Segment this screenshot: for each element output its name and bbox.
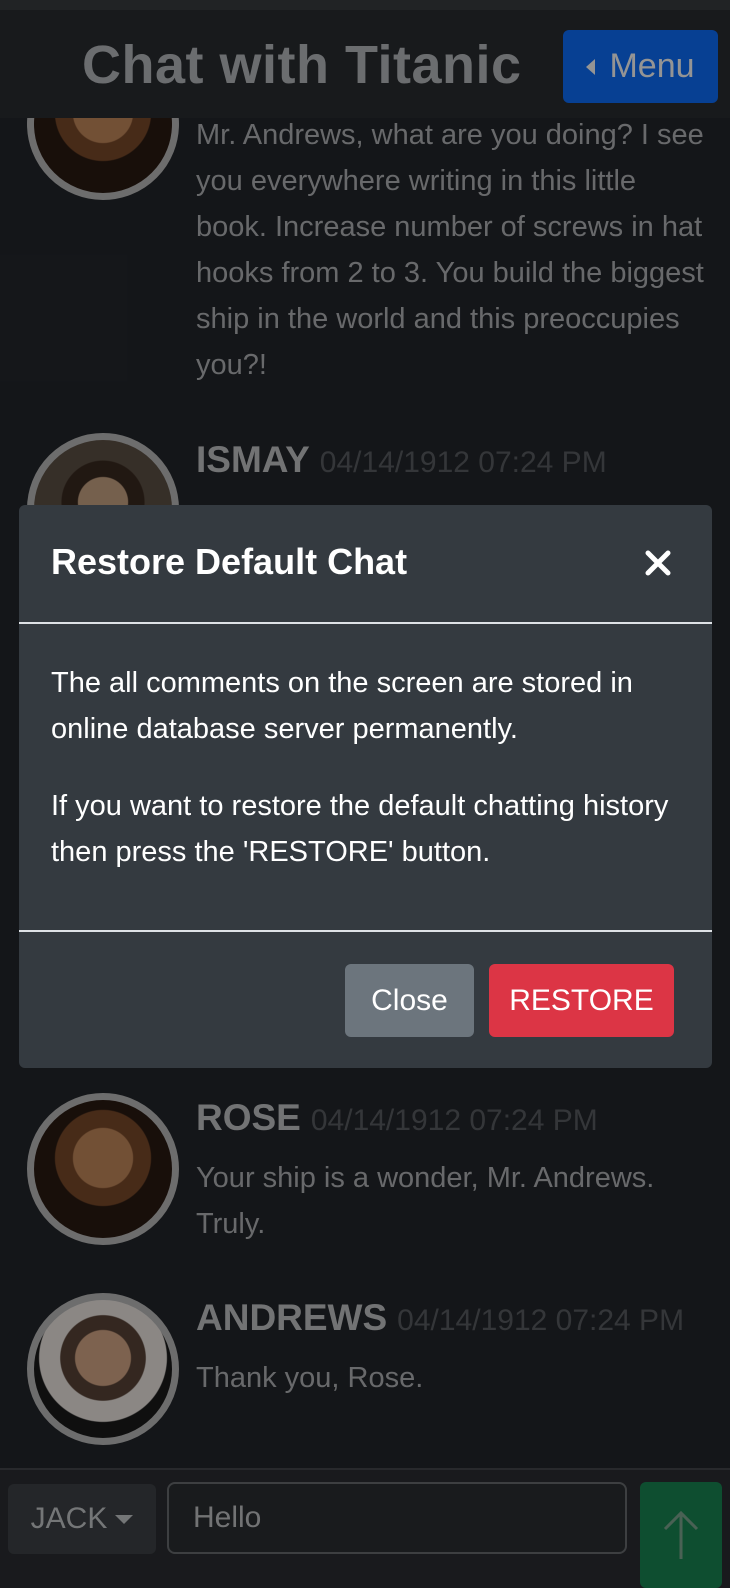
modal-header: Restore Default Chat (19, 505, 712, 624)
modal-body: The all comments on the screen are store… (19, 626, 712, 932)
close-button[interactable]: Close (345, 964, 474, 1037)
restore-button[interactable]: RESTORE (489, 964, 674, 1037)
modal-body-text: If you want to restore the default chatt… (51, 790, 669, 868)
modal-body-text: The all comments on the screen are store… (51, 667, 633, 745)
modal-title: Restore Default Chat (51, 541, 408, 582)
modal-footer: Close RESTORE (19, 934, 712, 1068)
chat-app: Chat with Titanic Menu Mr. Andrews, what… (0, 0, 730, 1588)
close-icon[interactable] (636, 541, 680, 585)
restore-modal: Restore Default Chat The all comments on… (19, 505, 712, 1068)
